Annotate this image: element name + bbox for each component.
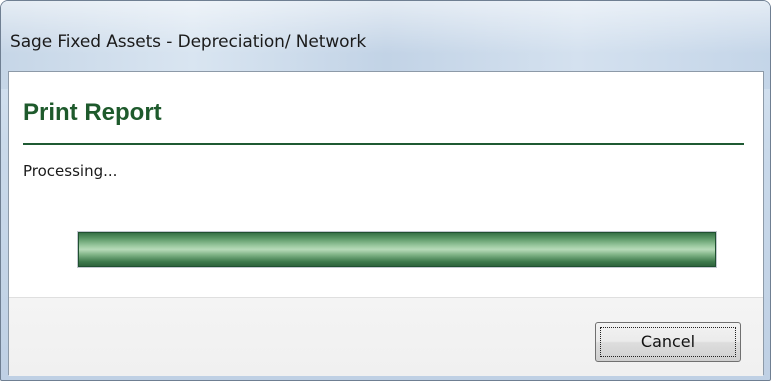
dialog-body: Print Report Processing... Cancel xyxy=(8,71,764,376)
dialog-footer: Cancel xyxy=(9,297,763,376)
window-title: Sage Fixed Assets - Depreciation/ Networ… xyxy=(10,32,367,52)
header-divider xyxy=(23,143,744,145)
dialog-header: Print Report xyxy=(23,99,162,126)
cancel-button[interactable]: Cancel xyxy=(595,322,741,362)
dialog-window: Sage Fixed Assets - Depreciation/ Networ… xyxy=(0,0,771,381)
status-text: Processing... xyxy=(23,162,118,180)
cancel-button-label: Cancel xyxy=(640,332,696,351)
progress-bar xyxy=(77,231,717,268)
progress-bar-fill xyxy=(78,232,716,267)
